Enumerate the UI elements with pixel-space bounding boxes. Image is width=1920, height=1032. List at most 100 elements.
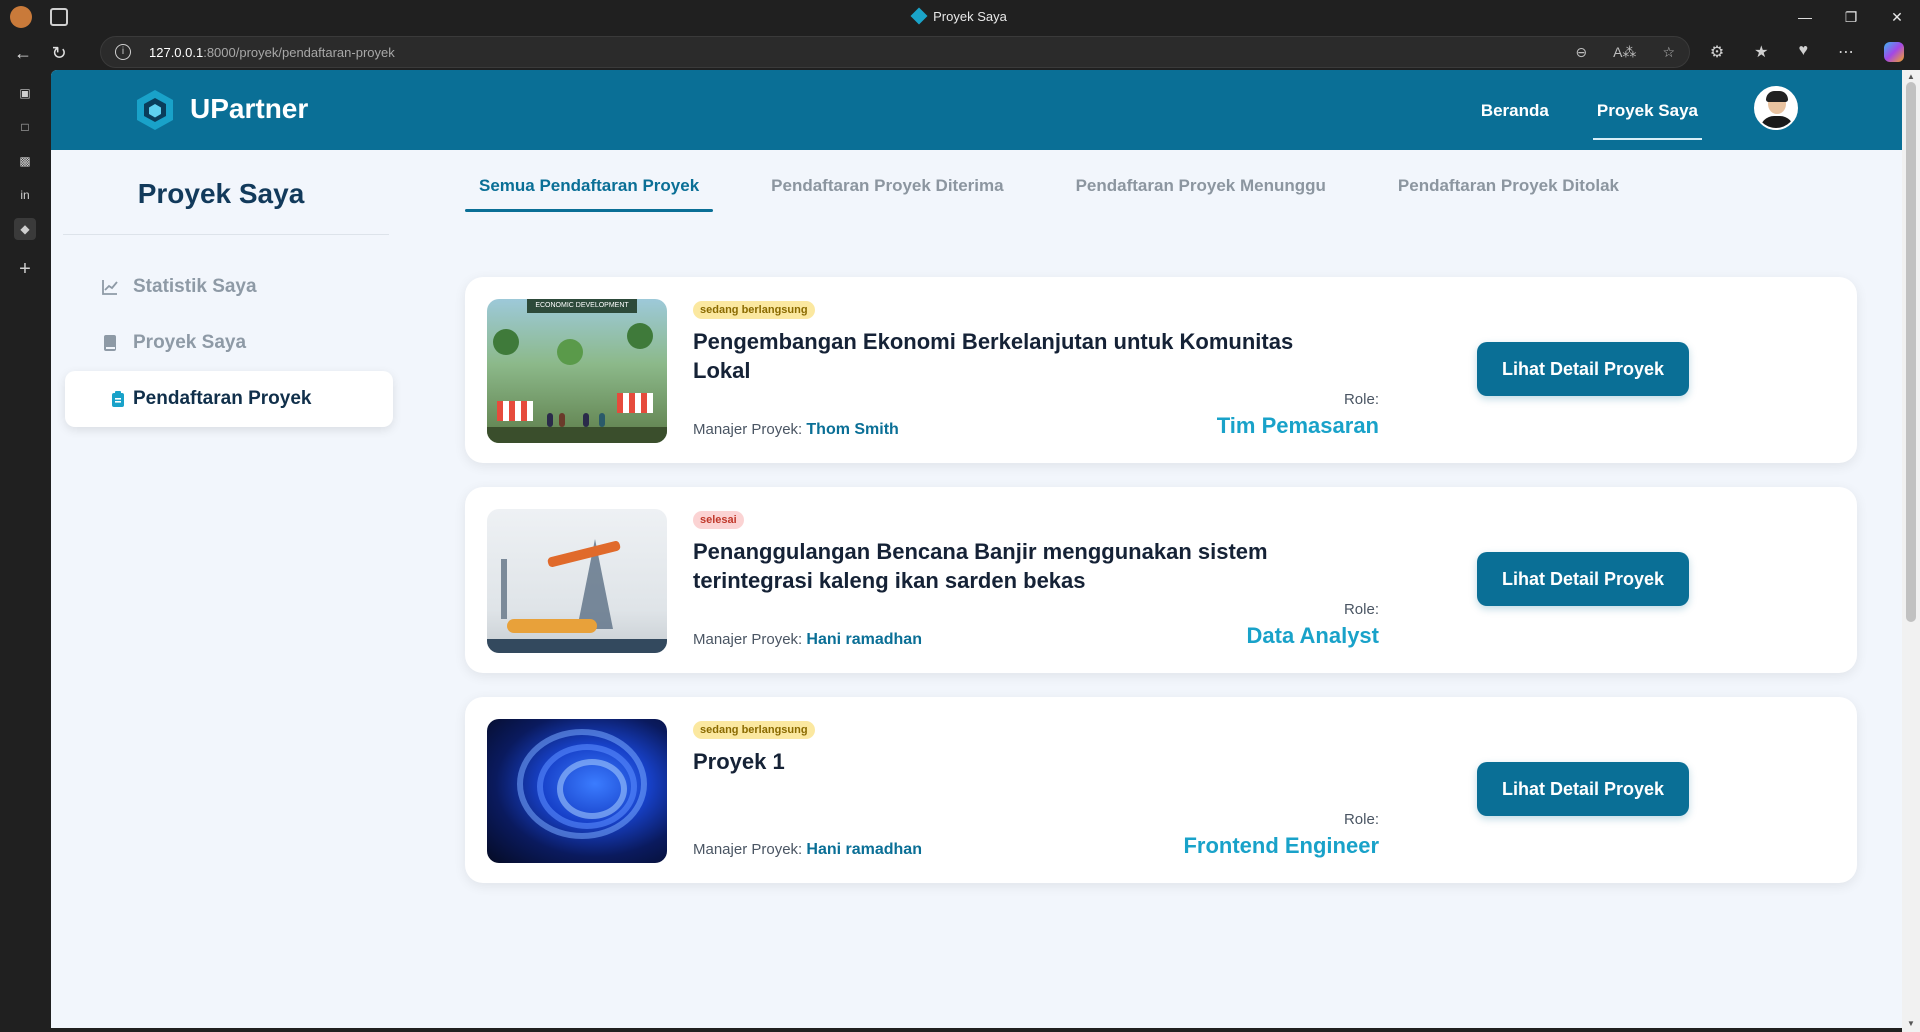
page-scrollbar[interactable]: ▲ ▼ <box>1902 70 1920 1032</box>
browser-sidebar: ▣ □ ▩ in ◆ + <box>0 70 51 1032</box>
project-thumbnail <box>487 509 667 653</box>
project-title: Proyek 1 <box>693 749 785 774</box>
site-info-icon[interactable]: i <box>115 44 131 60</box>
tab-diterima[interactable]: Pendaftaran Proyek Diterima <box>757 160 1017 206</box>
favorites-icon[interactable]: ★ <box>1754 42 1768 62</box>
zoom-icon[interactable]: ⊖ <box>1575 44 1587 61</box>
role-value: Tim Pemasaran <box>1216 413 1379 438</box>
back-arrow-icon[interactable]: ← <box>12 42 34 64</box>
browser-toolbar: ← ↻ i 127.0.0.1:8000/proyek/pendaftaran-… <box>0 34 1920 70</box>
upartner-logo-icon[interactable] <box>134 88 176 132</box>
project-thumbnail <box>487 719 667 863</box>
economic-development-illustration: ECONOMIC DEVELOPMENT <box>487 299 667 443</box>
project-card: ECONOMIC DEVELOPMENT sedang berlangsung … <box>465 277 1857 463</box>
project-card: sedang berlangsung Proyek 1 Manajer Proy… <box>465 697 1857 883</box>
role-label: Role: <box>1343 811 1379 828</box>
registration-tabs: Semua Pendaftaran Proyek Pendaftaran Pro… <box>465 160 1677 212</box>
project-manager: Manajer Proyek: Hani ramadhan <box>693 841 922 859</box>
scrollbar-thumb[interactable] <box>1906 82 1916 622</box>
upartner-tab-icon[interactable]: ◆ <box>14 218 36 240</box>
person-shape <box>583 413 589 427</box>
project-title: Pengembangan Ekonomi Berkelanjutan untuk… <box>693 329 1294 383</box>
page-viewport: UPartner Beranda Proyek Saya Proyek Saya… <box>51 70 1902 1028</box>
scroll-up-icon[interactable]: ▲ <box>1907 72 1915 81</box>
manager-label: Manajer Proyek: <box>693 631 803 648</box>
market-stall-shape <box>497 401 533 421</box>
pipe-shape <box>507 619 597 633</box>
sidebar-item-pendaftaran-proyek[interactable]: Pendaftaran Proyek <box>65 371 393 427</box>
book-icon <box>104 335 116 351</box>
browser-tab-title: Proyek Saya <box>0 7 1920 25</box>
more-menu-icon[interactable]: ⋯ <box>1838 42 1854 62</box>
view-project-detail-button[interactable]: Lihat Detail Proyek <box>1477 762 1689 816</box>
refresh-icon[interactable]: ↻ <box>48 42 70 64</box>
url-text[interactable]: 127.0.0.1:8000/proyek/pendaftaran-proyek <box>149 45 395 60</box>
url-actions: ⊖ A⁂ ☆ <box>1575 44 1675 61</box>
tree-shape <box>557 339 583 365</box>
browser-actions: ⚙ ★ ♥ ⋯ <box>1710 42 1904 62</box>
address-bar[interactable]: i 127.0.0.1:8000/proyek/pendaftaran-proy… <box>100 36 1690 68</box>
restore-icon[interactable]: ❐ <box>1828 0 1874 34</box>
tab-semua[interactable]: Semua Pendaftaran Proyek <box>465 160 714 212</box>
chart-line-icon <box>102 280 118 295</box>
pinned-tab-icon[interactable]: □ <box>14 116 36 138</box>
scroll-down-icon[interactable]: ▼ <box>1907 1019 1915 1028</box>
nav-beranda[interactable]: Beranda <box>1477 70 1553 150</box>
new-tab-plus-icon[interactable]: + <box>14 258 36 280</box>
tab-ditolak[interactable]: Pendaftaran Proyek Ditolak <box>1384 160 1633 206</box>
clipboard-icon <box>112 391 124 407</box>
sidebar-title: Proyek Saya <box>137 178 305 209</box>
window-controls: — ❐ ✕ <box>1782 0 1920 34</box>
tree-shape <box>627 323 653 349</box>
project-card: selesai Penanggulangan Bencana Banjir me… <box>465 487 1857 673</box>
tab-actions-icon[interactable]: ▣ <box>14 82 36 104</box>
sidebar-item-statistik[interactable]: Statistik Saya <box>65 259 393 315</box>
manager-name: Thom Smith <box>806 421 899 438</box>
user-avatar[interactable] <box>1754 86 1798 130</box>
extensions-icon[interactable]: ⚙ <box>1710 42 1724 62</box>
status-badge: sedang berlangsung <box>693 301 815 319</box>
favorite-star-icon[interactable]: ☆ <box>1662 44 1675 61</box>
role-value: Frontend Engineer <box>1183 833 1379 858</box>
view-project-detail-button[interactable]: Lihat Detail Proyek <box>1477 552 1689 606</box>
browser-titlebar: Proyek Saya — ❐ ✕ <box>0 0 1920 34</box>
project-manager: Manajer Proyek: Hani ramadhan <box>693 631 922 649</box>
status-badge: sedang berlangsung <box>693 721 815 739</box>
chimney-shape <box>501 559 507 619</box>
view-project-detail-button[interactable]: Lihat Detail Proyek <box>1477 342 1689 396</box>
manager-label: Manajer Proyek: <box>693 421 803 438</box>
top-nav: Beranda Proyek Saya <box>1477 70 1703 150</box>
status-badge: selesai <box>693 511 744 529</box>
sidebar-divider <box>63 234 389 235</box>
performance-icon[interactable]: ♥ <box>1799 42 1809 62</box>
minimize-icon[interactable]: — <box>1782 0 1828 34</box>
pinned-tab-icon[interactable]: ▩ <box>14 150 36 172</box>
project-title: Penanggulangan Bencana Banjir menggunaka… <box>693 539 1268 593</box>
brand-name[interactable]: UPartner <box>190 93 308 125</box>
sidebar-item-proyek-saya[interactable]: Proyek Saya <box>65 315 393 371</box>
person-shape <box>547 413 553 427</box>
tab-title-text: Proyek Saya <box>933 9 1007 24</box>
project-manager: Manajer Proyek: Thom Smith <box>693 421 899 439</box>
sidebar-item-label: Proyek Saya <box>133 332 247 353</box>
avatar-hair <box>1766 91 1788 102</box>
copilot-icon[interactable] <box>1884 42 1904 62</box>
ground-shape <box>487 427 667 443</box>
sidebar-item-label: Pendaftaran Proyek <box>133 388 312 409</box>
tree-shape <box>493 329 519 355</box>
site-favicon-icon <box>910 7 928 25</box>
oil-pump-illustration <box>487 509 667 653</box>
market-stall-shape <box>617 393 653 413</box>
manager-name: Hani ramadhan <box>806 841 922 858</box>
wave-fold-shape <box>557 759 627 819</box>
role-label: Role: <box>1343 601 1379 618</box>
nav-proyek-saya[interactable]: Proyek Saya <box>1592 70 1703 150</box>
base-shape <box>487 639 667 653</box>
manager-name: Hani ramadhan <box>806 631 922 648</box>
person-shape <box>599 413 605 427</box>
linkedin-icon[interactable]: in <box>14 184 36 206</box>
tab-menunggu[interactable]: Pendaftaran Proyek Menunggu <box>1062 160 1340 206</box>
read-aloud-icon[interactable]: A⁂ <box>1613 44 1636 61</box>
abstract-blue-wave-image <box>487 719 667 863</box>
close-icon[interactable]: ✕ <box>1874 0 1920 34</box>
